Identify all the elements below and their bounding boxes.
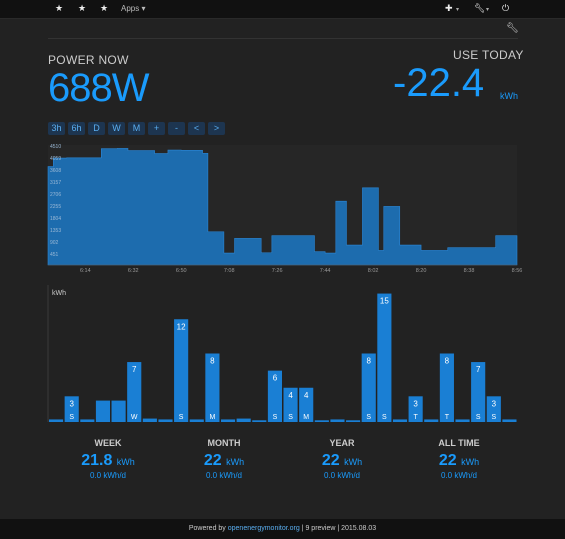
all-time-value-number: 22 xyxy=(438,452,457,469)
power-chart[interactable]: 451 902 1353 1804 2255 2706 3157 3608 4059 4510 6:… xyxy=(0,0,565,280)
daily-bar xyxy=(252,420,267,422)
bar-day-label: M xyxy=(209,414,215,421)
bar-value-label: 3 xyxy=(492,399,497,408)
y-tick-label: 902 xyxy=(50,240,59,246)
bar-day-label: S xyxy=(476,414,481,421)
daily-bar xyxy=(236,418,251,422)
daily-bar xyxy=(346,420,361,422)
bar-day-label: M xyxy=(303,414,309,421)
daily-bar xyxy=(424,419,439,422)
week-daily-avg: 0.0 kWh/d xyxy=(89,471,126,480)
footer-suffix: | 9 preview | 2015.08.03 xyxy=(299,525,377,532)
x-tick-label: 7:26 xyxy=(272,268,283,274)
y-tick-label: 4510 xyxy=(50,144,61,150)
bar-day-label: T xyxy=(445,414,450,421)
week-label: WEEK xyxy=(94,438,122,448)
y-tick-label: 2255 xyxy=(50,204,61,210)
daily-bar xyxy=(314,420,329,422)
daily-bar xyxy=(95,400,111,422)
year-value-number: 22 xyxy=(321,452,340,469)
bar-day-label: S xyxy=(69,414,74,421)
year-unit: kWh xyxy=(344,457,363,467)
daily-bar xyxy=(377,293,392,422)
week-unit: kWh xyxy=(116,457,135,467)
bar-value-label: 8 xyxy=(367,357,372,366)
daily-bar xyxy=(189,419,204,422)
bar-value-label: 7 xyxy=(132,365,137,374)
daily-bar xyxy=(158,419,173,422)
week-value: 21.8 kWh xyxy=(58,452,158,470)
x-tick-label: 6:14 xyxy=(80,268,91,274)
y-tick-label: 1353 xyxy=(50,228,61,234)
daily-bar xyxy=(502,419,517,422)
bar-day-label: S xyxy=(179,414,184,421)
x-tick-label: 7:08 xyxy=(224,268,235,274)
y-tick-label: 1804 xyxy=(50,216,61,222)
footer-prefix: Powered by xyxy=(188,525,228,532)
bar-value-label: 12 xyxy=(177,322,186,331)
month-daily-avg: 0.0 kWh/d xyxy=(205,471,242,480)
bar-value-label: 4 xyxy=(288,391,293,400)
daily-bar xyxy=(80,419,95,422)
daily-bar xyxy=(49,419,64,422)
daily-kwh-chart[interactable]: kWh 3 S 7 W 12 S 8 M 6 S 4 S 4 M 8 S 15 S 3 T 8 T 7 S 3 S xyxy=(0,280,565,430)
footer: Powered by openenergymonitor.org | 9 pre… xyxy=(0,519,565,539)
y-tick-label: 3157 xyxy=(50,180,61,186)
bar-day-label: S xyxy=(366,414,371,421)
x-tick-label: 8:38 xyxy=(464,268,475,274)
x-tick-label: 6:50 xyxy=(176,268,187,274)
all-time-label: ALL TIME xyxy=(438,438,480,448)
month-unit: kWh xyxy=(226,457,245,467)
week-value-number: 21.8 xyxy=(81,452,113,469)
daily-bar xyxy=(220,419,236,422)
all-time-unit: kWh xyxy=(461,457,480,467)
year-label: YEAR xyxy=(329,438,355,448)
x-tick-label: 6:32 xyxy=(128,268,139,274)
bar-day-label: W xyxy=(131,414,138,421)
bar-day-label: S xyxy=(288,414,293,421)
y-tick-label: 4059 xyxy=(50,156,61,162)
month-value-number: 22 xyxy=(203,452,222,469)
all-time-daily-avg: 0.0 kWh/d xyxy=(440,471,477,480)
x-tick-label: 8:02 xyxy=(368,268,379,274)
daily-bar xyxy=(142,418,157,422)
month-value: 22 kWh xyxy=(174,452,274,470)
daily-bar xyxy=(455,419,470,422)
bar-day-label: S xyxy=(382,414,387,421)
bar-day-label: S xyxy=(491,414,496,421)
bar-value-label: 3 xyxy=(413,399,418,408)
bar-value-label: 7 xyxy=(476,365,481,374)
footer-link[interactable]: openenergymonitor.org xyxy=(228,525,300,532)
bar-value-label: 8 xyxy=(445,357,450,366)
year-value: 22 kWh xyxy=(292,452,392,470)
bar-value-label: 3 xyxy=(69,399,74,408)
daily-bar xyxy=(174,319,189,422)
month-label: MONTH xyxy=(207,438,241,448)
all-time-value: 22 kWh xyxy=(409,452,509,470)
daily-bar xyxy=(330,419,345,422)
y-axis-label: kWh xyxy=(52,290,66,297)
x-tick-label: 7:44 xyxy=(320,268,331,274)
y-tick-label: 2706 xyxy=(50,192,61,198)
bar-value-label: 4 xyxy=(304,391,309,400)
x-tick-label: 8:20 xyxy=(416,268,427,274)
y-tick-label: 3608 xyxy=(50,168,61,174)
bar-value-label: 15 xyxy=(380,297,389,306)
bar-day-label: S xyxy=(273,414,278,421)
x-tick-label: 8:56 xyxy=(512,268,523,274)
bar-day-label: T xyxy=(413,414,418,421)
daily-bar xyxy=(111,400,126,422)
bar-value-label: 6 xyxy=(273,374,278,383)
bar-value-label: 8 xyxy=(210,357,215,366)
y-tick-label: 451 xyxy=(50,252,59,258)
daily-bar xyxy=(392,419,408,422)
year-daily-avg: 0.0 kWh/d xyxy=(323,471,360,480)
